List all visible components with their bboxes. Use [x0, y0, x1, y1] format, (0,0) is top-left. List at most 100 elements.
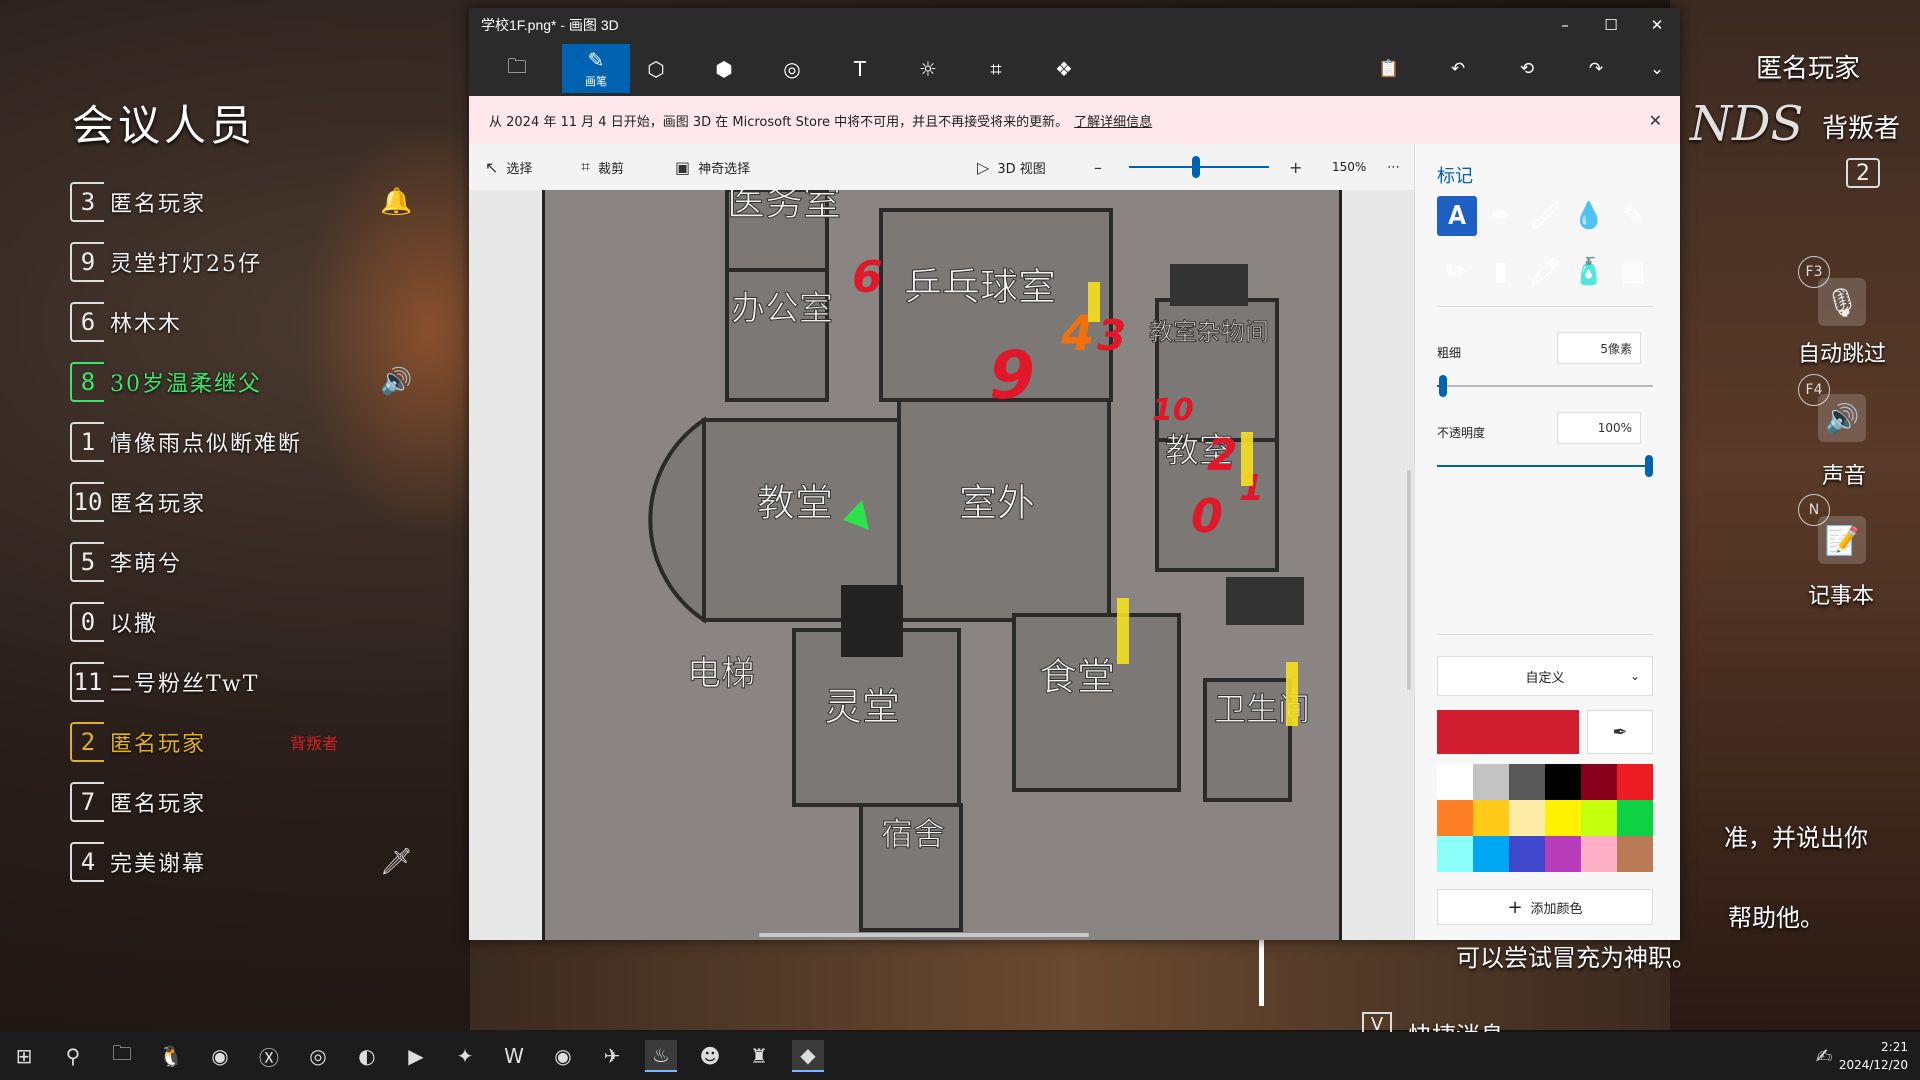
paint3d-icon[interactable]: ◆ — [792, 1040, 824, 1072]
3d-view-button[interactable]: ▷ 3D 视图 — [977, 158, 1046, 177]
file-explorer-icon[interactable]: 🗀 — [106, 1040, 138, 1072]
player-row[interactable]: 5 李萌兮 — [70, 532, 470, 592]
folder-icon[interactable]: 🗀 — [483, 44, 551, 93]
notepad-icon[interactable]: 📝 — [1818, 516, 1866, 564]
zoom-slider-thumb[interactable] — [1192, 156, 1201, 178]
wps-icon[interactable]: W — [498, 1040, 530, 1072]
app-icon[interactable]: ✦ — [449, 1040, 481, 1072]
color-swatch[interactable] — [1617, 800, 1653, 836]
crayon-brush-icon[interactable]: 🖍 — [1525, 252, 1565, 292]
pen-icon[interactable]: ✍ — [1808, 1040, 1840, 1072]
edge-icon[interactable]: ◐ — [351, 1040, 383, 1072]
color-swatch[interactable] — [1545, 764, 1581, 800]
zoom-in-icon[interactable]: + — [1289, 158, 1302, 177]
color-swatch[interactable] — [1473, 764, 1509, 800]
canvas-tool[interactable]: ⌗ — [962, 44, 1030, 93]
crop-button[interactable]: ⌗ 裁剪 — [581, 157, 624, 177]
opacity-slider-thumb[interactable] — [1645, 455, 1653, 477]
redo-icon[interactable]: ↷ — [1573, 44, 1619, 93]
chrome-icon[interactable]: ◎ — [302, 1040, 334, 1072]
eraser-brush-icon[interactable]: ▮ — [1481, 252, 1521, 292]
sound-icon[interactable]: 🔊 — [1818, 394, 1866, 442]
player-row[interactable]: 0 以撒 — [70, 592, 470, 652]
oil-brush-brush-icon[interactable]: 🖌 — [1525, 196, 1565, 236]
fill-brush-icon[interactable]: ▦ — [1613, 252, 1653, 292]
color-swatch[interactable] — [1545, 800, 1581, 836]
color-swatch[interactable] — [1617, 764, 1653, 800]
windows-start-icon[interactable]: ⊞ — [8, 1040, 40, 1072]
color-swatch[interactable] — [1581, 836, 1617, 872]
magic-select-button[interactable]: ▣ 神奇选择 — [675, 158, 750, 177]
eyedropper-icon[interactable]: ✒ — [1587, 710, 1653, 754]
3d-library-tool[interactable]: ❖ — [1030, 44, 1098, 93]
color-swatch[interactable] — [1473, 800, 1509, 836]
marker-brush-icon[interactable]: 𝐀 — [1437, 196, 1477, 236]
color-swatch[interactable] — [1617, 836, 1653, 872]
color-swatch[interactable] — [1437, 764, 1473, 800]
minimize-button[interactable]: – — [1542, 8, 1588, 41]
thickness-slider-thumb[interactable] — [1439, 375, 1448, 397]
player-row[interactable]: 3 匿名玩家 🔔 — [70, 172, 470, 232]
qq-icon[interactable]: 🐧 — [155, 1040, 187, 1072]
game2-icon[interactable]: ♜ — [743, 1040, 775, 1072]
history-icon[interactable]: ⟲ — [1504, 44, 1550, 93]
color-swatch[interactable] — [1581, 764, 1617, 800]
learn-more-link[interactable]: 了解详细信息 — [1074, 111, 1152, 130]
thickness-slider[interactable] — [1437, 385, 1653, 387]
color-swatch[interactable] — [1509, 800, 1545, 836]
player-row[interactable]: 2 匿名玩家 背叛者 — [70, 712, 470, 772]
tool-icon[interactable]: ✈ — [596, 1040, 628, 1072]
clock[interactable]: 2:21 2024/12/20 — [1839, 1038, 1908, 1074]
opacity-input[interactable]: 100% — [1557, 412, 1641, 444]
player-row[interactable]: 4 完美谢幕 🗡 — [70, 832, 470, 892]
add-color-button[interactable]: + 添加颜色 — [1437, 889, 1653, 925]
color-mode-dropdown[interactable]: 自定义 ⌄ — [1437, 656, 1653, 696]
player-row[interactable]: 11 二号粉丝TwT — [70, 652, 470, 712]
game-icon[interactable]: ☻ — [694, 1040, 726, 1072]
browser-icon[interactable]: ◉ — [204, 1040, 236, 1072]
color-swatch[interactable] — [1509, 764, 1545, 800]
select-button[interactable]: ↖ 选择 — [485, 158, 532, 177]
xbox-icon[interactable]: Ⓧ — [253, 1040, 285, 1072]
player-row[interactable]: 1 情像雨点似断难断 — [70, 412, 470, 472]
spray-can-brush-icon[interactable]: 🧴 — [1569, 252, 1609, 292]
close-button[interactable]: ✕ — [1634, 8, 1680, 41]
expand-icon[interactable]: ⌄ — [1634, 44, 1680, 93]
brushes-tool[interactable]: ✎ 画笔 — [562, 44, 630, 93]
thickness-input[interactable]: 5像素 — [1557, 332, 1641, 364]
steam-icon[interactable]: ♨ — [645, 1040, 677, 1072]
color-swatch[interactable] — [1437, 836, 1473, 872]
text-tool[interactable]: T — [826, 44, 894, 93]
color-swatch[interactable] — [1437, 800, 1473, 836]
zoom-out-icon[interactable]: – — [1094, 158, 1102, 177]
paste-icon[interactable]: 📋 — [1366, 44, 1412, 93]
pixel-pen-brush-icon[interactable]: ✎ — [1613, 196, 1653, 236]
color-swatch[interactable] — [1509, 836, 1545, 872]
player-row[interactable]: 6 林木木 — [70, 292, 470, 352]
player-row[interactable]: 7 匿名玩家 — [70, 772, 470, 832]
color-swatch[interactable] — [1581, 800, 1617, 836]
player-row[interactable]: 8 30岁温柔继父 🔊 — [70, 352, 470, 412]
player-row[interactable]: 9 灵堂打灯25仔 — [70, 232, 470, 292]
media-icon[interactable]: ▶ — [400, 1040, 432, 1072]
effects-tool[interactable]: ☼ — [894, 44, 962, 93]
horizontal-scrollbar[interactable] — [759, 933, 1089, 937]
color-swatch[interactable] — [1545, 836, 1581, 872]
search-icon[interactable]: ⚲ — [57, 1040, 89, 1072]
pencil-brush-icon[interactable]: ✏ — [1437, 252, 1477, 292]
color-swatch[interactable] — [1473, 836, 1509, 872]
mic-muted-icon[interactable]: 🎙 — [1818, 278, 1866, 326]
player-row[interactable]: 10 匿名玩家 — [70, 472, 470, 532]
current-color-swatch[interactable] — [1437, 710, 1579, 754]
2d-shapes-tool[interactable]: ⬡ — [622, 44, 690, 93]
browser2-icon[interactable]: ◉ — [547, 1040, 579, 1072]
watercolor-brush-icon[interactable]: 💧 — [1569, 196, 1609, 236]
calligraphy-pen-brush-icon[interactable]: ✒ — [1481, 196, 1521, 236]
maximize-button[interactable]: ☐ — [1588, 8, 1634, 41]
stickers-tool[interactable]: ◎ — [758, 44, 826, 93]
drawing-canvas[interactable]: 医务室 办公室 乒乓球室 教室杂物间 教堂 室外 教室 电梯 灵堂 食堂 卫生间… — [469, 190, 1414, 940]
notice-close-icon[interactable]: ✕ — [1649, 111, 1662, 130]
3d-shapes-tool[interactable]: ⬢ — [690, 44, 758, 93]
undo-icon[interactable]: ↶ — [1435, 44, 1481, 93]
more-options-icon[interactable]: ⋯ — [1387, 160, 1400, 175]
